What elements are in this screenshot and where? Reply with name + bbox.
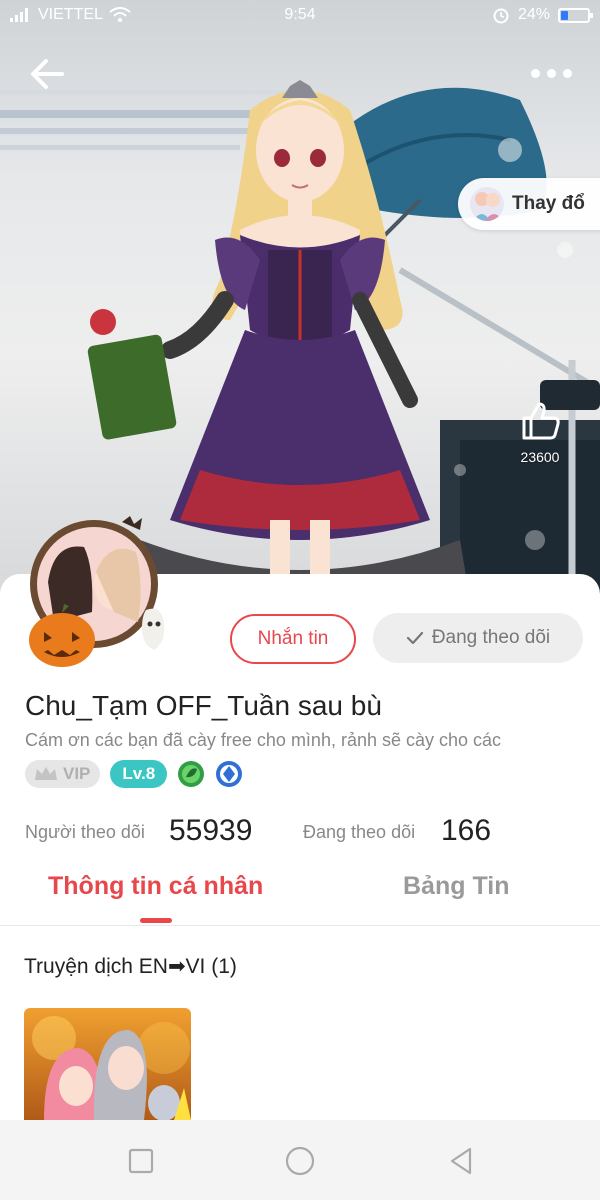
hero-banner: VIETTEL 9:54 24% Thay đổ 23600	[0, 0, 600, 600]
arrow-left-icon	[31, 59, 64, 89]
followers-label: Người theo dõi	[25, 822, 145, 842]
active-tab-indicator	[140, 918, 172, 923]
avatar-character-illustration	[0, 80, 600, 600]
home-icon[interactable]	[283, 1144, 317, 1178]
profile-tabs: Thông tin cá nhân Bảng Tin	[0, 856, 600, 926]
back-triangle-icon[interactable]	[444, 1144, 478, 1178]
user-avatar[interactable]	[14, 512, 184, 672]
user-bio: Cám ơn các bạn đã cày free cho mình, rản…	[25, 730, 502, 750]
profile-screen: VIETTEL 9:54 24% Thay đổ 23600 Nhắn tin …	[0, 0, 600, 1200]
vip-badge[interactable]: VIP	[25, 760, 101, 788]
book-cover-image	[24, 1008, 191, 1120]
followers-count[interactable]: 55939	[169, 814, 252, 848]
following-button[interactable]: Đang theo dõi	[373, 613, 583, 663]
outfit-thumbnail	[470, 187, 504, 221]
more-options-button[interactable]	[522, 58, 572, 88]
green-leaf-badge-icon[interactable]	[177, 760, 205, 788]
status-right: 24%	[492, 6, 593, 24]
like-button[interactable]: 23600	[510, 398, 570, 478]
check-icon	[406, 631, 423, 645]
follow-stats: Người theo dõi 55939 Đang theo dõi 166	[25, 810, 585, 854]
battery-fill	[561, 10, 568, 20]
battery-icon	[558, 7, 593, 23]
change-outfit-button[interactable]: Thay đổ	[458, 178, 600, 230]
status-bar: VIETTEL 9:54 24%	[0, 0, 600, 32]
tab-personal-info[interactable]: Thông tin cá nhân	[48, 872, 263, 901]
username: Chu_Tạm OFF_Tuần sau bù	[25, 690, 382, 721]
more-horizontal-icon	[531, 68, 540, 78]
alarm-icon	[493, 8, 509, 24]
following-count[interactable]: 166	[441, 814, 491, 848]
book-cover[interactable]	[24, 1008, 191, 1120]
like-count: 23600	[520, 449, 560, 465]
recent-apps-icon[interactable]	[124, 1144, 158, 1178]
message-button[interactable]: Nhắn tin	[230, 614, 356, 664]
badge-row: VIP Lv.8	[25, 760, 243, 788]
crown-icon	[35, 767, 57, 780]
section-title: Truyện dịch EN➡VI (1)	[24, 955, 237, 978]
tab-news-feed[interactable]: Bảng Tin	[403, 872, 509, 901]
level-badge[interactable]: Lv.8	[110, 760, 168, 788]
battery-percent: 24%	[517, 6, 550, 23]
system-navigation-bar	[0, 1120, 600, 1200]
vip-label: VIP	[63, 764, 91, 783]
thumbs-up-icon	[522, 402, 560, 440]
change-outfit-label: Thay đổ	[512, 193, 585, 214]
back-button[interactable]	[26, 52, 70, 96]
halloween-avatar-frame	[29, 516, 165, 667]
following-button-label: Đang theo dõi	[431, 627, 551, 648]
blue-gem-badge-icon[interactable]	[215, 760, 243, 788]
following-label: Đang theo dõi	[303, 822, 416, 842]
